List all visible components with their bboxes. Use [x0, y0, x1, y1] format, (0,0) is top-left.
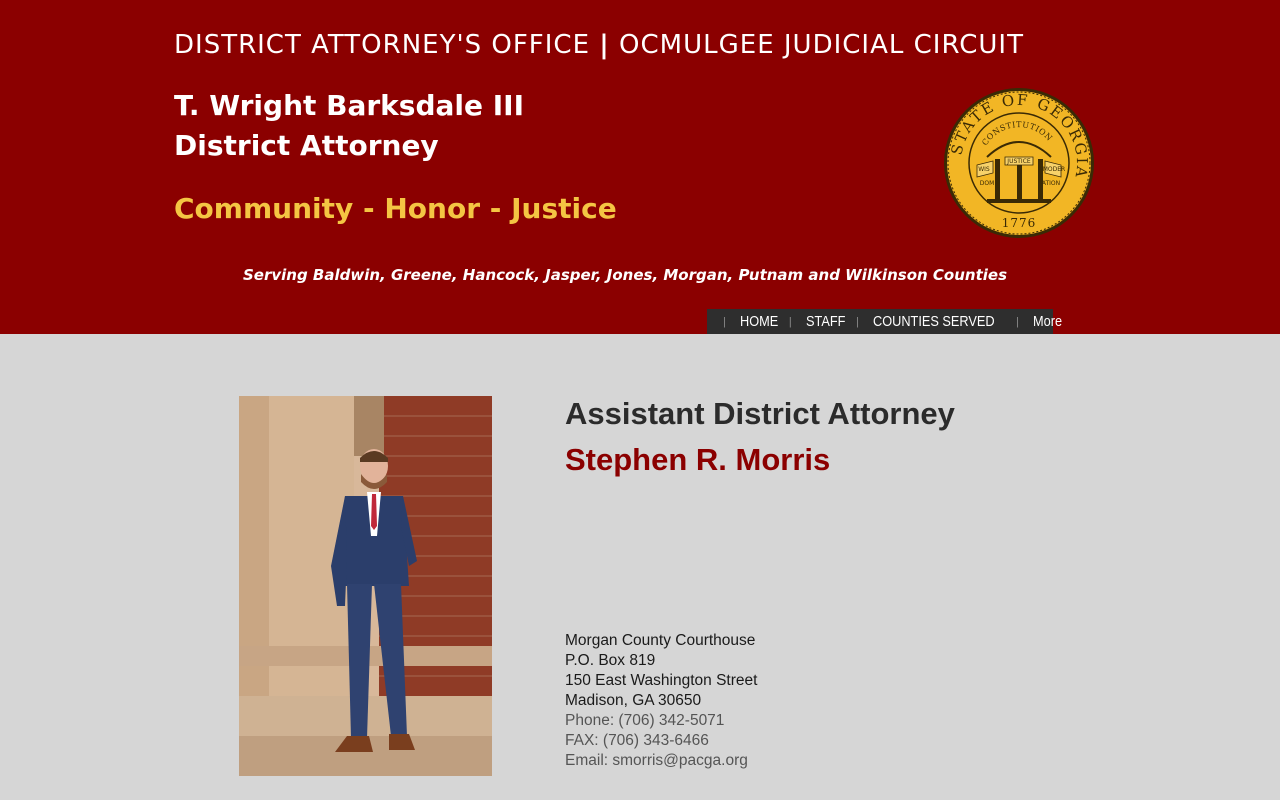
nav-staff[interactable]: STAFF	[806, 313, 845, 330]
fax-number: FAX: (706) 343-6466	[565, 732, 709, 749]
office-name: DISTRICT ATTORNEY'S OFFICE	[174, 30, 591, 60]
seal-banner-right-2: ATION	[1042, 180, 1060, 187]
district-attorney-title: District Attorney	[174, 129, 439, 162]
nav-separator: |	[788, 315, 792, 328]
staff-name: Stephen R. Morris	[565, 442, 831, 477]
motto: Community - Honor - Justice	[174, 192, 617, 225]
state-seal-logo: STATE OF GEORGIA CONSTITUTION WIS DOM JU…	[944, 88, 1094, 238]
counties-served-tagline: Serving Baldwin, Greene, Hancock, Jasper…	[242, 266, 1008, 284]
nav-separator: |	[723, 315, 726, 328]
nav-home[interactable]: HOME	[740, 313, 778, 330]
address-line: Madison, GA 30650	[565, 692, 702, 709]
staff-photo	[239, 396, 492, 776]
seal-banner-center: JUSTICE	[1006, 158, 1031, 165]
district-attorney-block: T. Wright Barksdale III District Attorne…	[174, 86, 524, 166]
seal-banner-left-2: DOM	[980, 180, 995, 187]
office-title-separator: |	[599, 30, 610, 60]
email-line: Email: smorris@pacga.org	[565, 751, 757, 771]
office-title: DISTRICT ATTORNEY'S OFFICE | OCMULGEE JU…	[174, 30, 1024, 60]
address-line: Morgan County Courthouse	[565, 632, 756, 649]
phone-number: Phone: (706) 342-5071	[565, 712, 725, 729]
circuit-name: OCMULGEE JUDICIAL CIRCUIT	[619, 30, 1024, 60]
main-nav: | HOME | STAFF | COUNTIES SERVED | More	[707, 309, 1062, 334]
email-link[interactable]: smorris@pacga.org	[612, 752, 747, 769]
seal-banner-left: WIS	[978, 166, 990, 173]
seal-banner-right: MODER	[1043, 166, 1065, 173]
address-line: 150 East Washington Street	[565, 672, 758, 689]
nav-counties-served[interactable]: COUNTIES SERVED	[873, 313, 995, 330]
seal-year: 1776	[1002, 216, 1037, 230]
site-header: DISTRICT ATTORNEY'S OFFICE | OCMULGEE JU…	[0, 0, 1280, 334]
address-line: P.O. Box 819	[565, 652, 656, 669]
nav-separator: |	[1016, 315, 1019, 328]
nav-more[interactable]: More	[1033, 313, 1062, 330]
email-label: Email:	[565, 752, 613, 769]
contact-info: Morgan County Courthouse P.O. Box 819 15…	[565, 631, 757, 771]
district-attorney-name: T. Wright Barksdale III	[174, 89, 524, 122]
nav-separator: |	[856, 315, 859, 328]
staff-role-title: Assistant District Attorney	[565, 396, 955, 431]
